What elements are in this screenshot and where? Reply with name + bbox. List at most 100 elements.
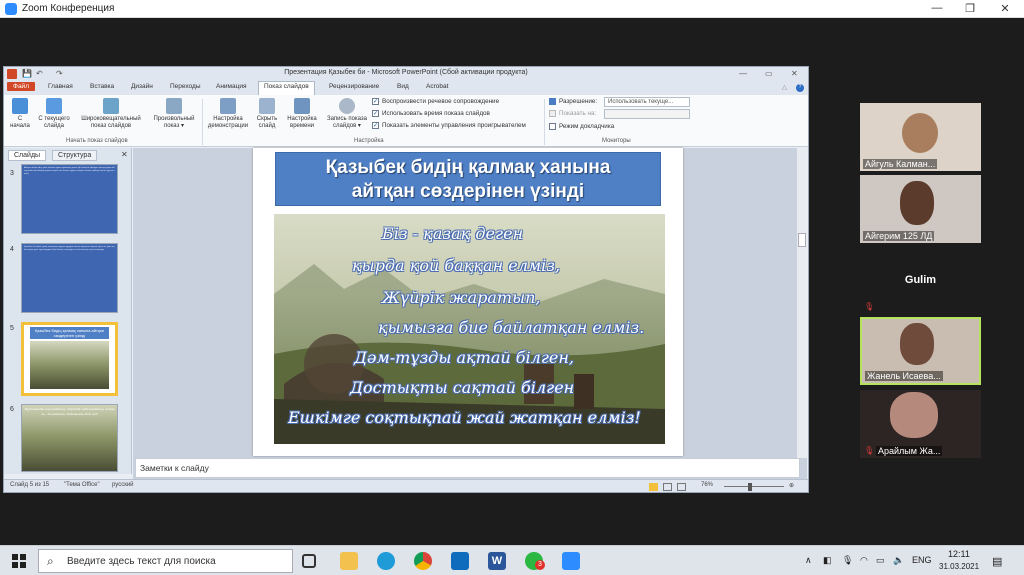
maximize-button[interactable]: ❐: [963, 2, 977, 15]
notification-badge: 3: [535, 560, 545, 570]
tray-app-icon[interactable]: ◧: [823, 555, 832, 566]
tab-file[interactable]: Файл: [7, 82, 35, 91]
slides-pane: Слайды Структура ✕ 3 Айтуға жеңіл айту ү…: [4, 148, 132, 474]
tab-slideshow[interactable]: Показ слайдов: [258, 81, 315, 95]
clock-date[interactable]: 31.03.2021: [939, 562, 979, 571]
slide-picture[interactable]: Біз - қазақ деген қырда қой баққан елміз…: [274, 214, 665, 444]
ppt-title-bar: 💾 ↶ ↷ Презентация Қазыбек би - Microsoft…: [4, 67, 808, 81]
reading-view-icon[interactable]: [677, 483, 686, 491]
slide-thumbnail-4[interactable]: Қазыбек би бүкіл қазақ халқының мұңын мұ…: [21, 243, 118, 313]
scroll-thumb[interactable]: [798, 233, 806, 247]
resolution-select[interactable]: Использовать текуще...: [604, 97, 690, 107]
battery-icon[interactable]: ▭: [876, 555, 885, 566]
tab-slides[interactable]: Слайды: [8, 150, 47, 161]
ppt-window-title: Презентация Қазыбек би - Microsoft Power…: [284, 69, 528, 76]
windows-start-icon[interactable]: [12, 554, 26, 568]
slide-title-line-1: Қазыбек бидің қалмақ ханына: [325, 157, 611, 178]
network-icon[interactable]: ◠: [860, 555, 868, 566]
ppt-close-icon[interactable]: ✕: [791, 69, 798, 78]
show-on-select[interactable]: [604, 109, 690, 119]
edge-icon[interactable]: [377, 552, 395, 570]
rehearse-timings-label: Настройка времени: [287, 116, 317, 129]
checkbox-checked-icon: ✓: [372, 110, 379, 117]
broadcast-button[interactable]: Широковещательный показ слайдов: [76, 98, 146, 130]
tab-outline[interactable]: Структура: [52, 150, 98, 161]
participant-video-3[interactable]: Gulim 🎙: [860, 246, 981, 314]
ppt-maximize-icon[interactable]: ▭: [765, 69, 773, 78]
record-show-button[interactable]: Запись показа слайдов ▾: [322, 98, 372, 130]
from-beginning-button[interactable]: С начала: [7, 98, 33, 130]
minimize-button[interactable]: —: [930, 2, 944, 14]
tab-review[interactable]: Рецензирование: [329, 83, 379, 90]
thumb-title: Қазыбек бидің қалмақ ханына айтқан сөзде…: [30, 327, 109, 339]
use-timings-checkbox[interactable]: ✓ Использовать время показа слайдов: [372, 110, 490, 117]
ppt-minimize-icon[interactable]: —: [739, 69, 747, 78]
media-controls-checkbox[interactable]: ✓ Показать элементы управления проигрыват…: [372, 122, 526, 129]
clock-time[interactable]: 12:11: [948, 549, 970, 559]
slide-thumbnail-3[interactable]: Айтуға жеңіл айту үшін болған адам тарих…: [21, 164, 118, 234]
slide-thumbnail-5[interactable]: Қазыбек бидің қалмақ ханына айтқан сөзде…: [21, 322, 118, 396]
setup-show-button[interactable]: Настройка демонстрации: [205, 98, 251, 130]
participant-video-4-active[interactable]: Жанель Исаева...: [860, 317, 981, 385]
normal-view-icon[interactable]: [649, 483, 658, 491]
tab-acrobat[interactable]: Acrobat: [426, 83, 448, 90]
narration-checkbox[interactable]: ✓ Воспроизвести речевое сопровождение: [372, 98, 499, 105]
zoom-slider[interactable]: [724, 486, 784, 487]
notifications-icon[interactable]: ▤: [992, 555, 1002, 568]
task-view-icon[interactable]: [302, 554, 316, 568]
whatsapp-icon[interactable]: 3: [525, 552, 545, 570]
notes-pane[interactable]: Заметки к слайду: [135, 458, 800, 478]
sorter-view-icon[interactable]: [663, 483, 672, 491]
participant-name: Айгерим 125 ЛД: [863, 231, 935, 241]
ribbon-tabs: Файл Главная Вставка Дизайн Переходы Ани…: [4, 81, 808, 95]
custom-show-button[interactable]: Произвольный показ ▾: [148, 98, 200, 130]
close-pane-icon[interactable]: ✕: [121, 150, 128, 159]
chrome-icon[interactable]: [414, 552, 432, 570]
show-on-text: Показать на:: [559, 110, 597, 117]
monitor-icon-disabled: [549, 110, 556, 117]
thumb-text: Қазыбек би бүкіл қазақ халқының мұңын мұ…: [24, 246, 115, 251]
poem-line-6: Достықты сақтай білген: [350, 378, 575, 397]
zoom-level[interactable]: 76%: [701, 482, 713, 488]
status-language[interactable]: русский: [112, 482, 134, 488]
taskbar-search-input[interactable]: ⌕ Введите здесь текст для поиска: [38, 549, 293, 573]
group-separator: [202, 99, 203, 145]
volume-icon[interactable]: 🔈: [893, 555, 904, 566]
zoom-slider-thumb[interactable]: [748, 483, 752, 491]
input-language[interactable]: ENG: [912, 555, 932, 565]
participant-video-5[interactable]: 🎙 Арайлым Жа...: [860, 390, 981, 458]
mail-icon[interactable]: [451, 552, 469, 570]
help-icon[interactable]: ?: [796, 84, 804, 92]
file-explorer-icon[interactable]: [340, 552, 358, 570]
tab-home[interactable]: Главная: [48, 83, 73, 90]
presenter-view-checkbox[interactable]: Режим докладчика: [549, 123, 614, 130]
slide-thumbnail-6[interactable]: Жұртымызды ала алмайсың, Жерімізді шаба …: [21, 404, 118, 472]
tab-animation[interactable]: Анимация: [216, 83, 247, 90]
tray-chevron-icon[interactable]: ∧: [805, 555, 812, 566]
microphone-icon[interactable]: 🎙: [842, 555, 853, 566]
rehearse-timings-button[interactable]: Настройка времени: [284, 98, 320, 130]
from-current-button[interactable]: С текущего слайда: [34, 98, 74, 130]
thumb-number: 5: [10, 325, 14, 332]
ribbon-collapse-icon[interactable]: △: [782, 83, 787, 91]
checkbox-checked-icon: ✓: [372, 98, 379, 105]
zoom-in-icon[interactable]: ⊕: [789, 482, 794, 489]
setup-label: Настройка демонстрации: [207, 116, 249, 129]
zoom-taskbar-icon[interactable]: [562, 552, 580, 570]
vertical-scrollbar[interactable]: [797, 148, 807, 458]
use-timings-label: Использовать время показа слайдов: [382, 110, 490, 117]
hide-slide-button[interactable]: Скрыть слайд: [253, 98, 281, 130]
participant-video-2[interactable]: Айгерим 125 ЛД: [860, 175, 981, 243]
word-icon[interactable]: W: [488, 552, 506, 570]
tab-design[interactable]: Дизайн: [131, 83, 153, 90]
hide-slide-label: Скрыть слайд: [256, 116, 278, 129]
from-current-label: С текущего слайда: [38, 116, 70, 129]
participant-video-1[interactable]: Айгуль Калман...: [860, 103, 981, 171]
slide-title-box[interactable]: Қазыбек бидің қалмақ ханына айтқан сөзде…: [275, 152, 661, 206]
tab-view[interactable]: Вид: [397, 83, 409, 90]
tab-insert[interactable]: Вставка: [90, 83, 114, 90]
participant-face: [900, 323, 934, 365]
tab-transitions[interactable]: Переходы: [170, 83, 201, 90]
current-slide[interactable]: Қазыбек бидің қалмақ ханына айтқан сөзде…: [253, 148, 683, 456]
close-button[interactable]: ✕: [998, 2, 1012, 15]
